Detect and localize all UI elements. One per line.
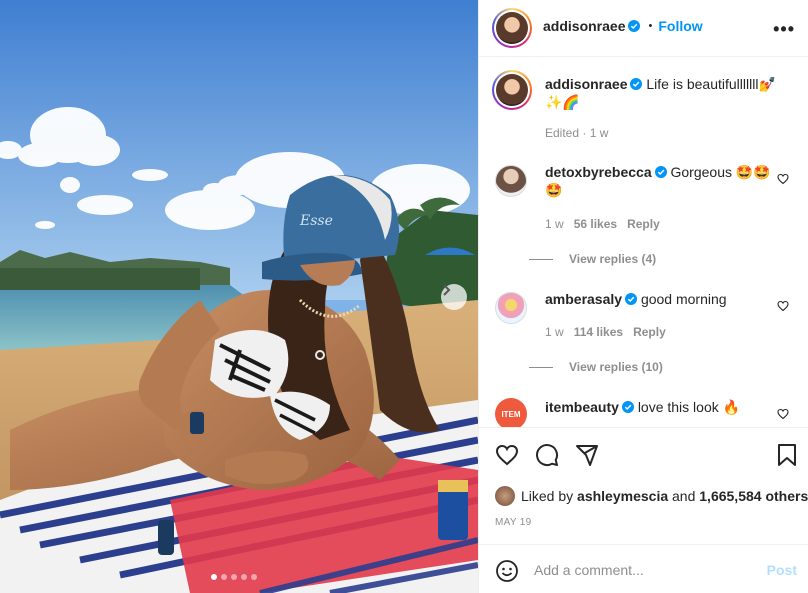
comment-meta: 1 w 56 likes Reply [545,217,660,231]
liked-prefix: Liked by [521,488,574,504]
caption-body: Life is beautifulllllll [646,76,759,92]
heart-icon[interactable] [777,408,789,420]
share-icon[interactable] [575,443,599,467]
comment-age: 1 w [545,217,564,231]
comment-text: detoxbyrebecca Gorgeous 🤩🤩 🤩 [545,163,785,199]
verified-badge-icon [621,401,634,413]
heart-icon[interactable] [777,300,789,312]
verified-badge-icon [625,293,638,305]
caption-emoji: 💅 [758,76,776,92]
caption: addisonraee Life is beautifulllllll💅 ✨🌈 … [492,69,795,149]
emoji-icon[interactable] [495,559,519,583]
author-username[interactable]: addisonraee [543,18,625,34]
carousel-dots [211,574,257,580]
comment-meta: 1 w 114 likes Reply [545,325,666,339]
liked-user[interactable]: ashleymescia [577,488,668,504]
header-user-line: addisonraee • Follow [543,18,703,34]
view-replies-button[interactable]: View replies (10) [529,360,663,374]
verified-badge-icon [628,20,641,32]
header-separator: • [648,20,653,32]
add-comment-bar: Add a comment... Post [479,544,808,593]
chevron-right-icon [443,284,451,296]
more-icon: ••• [773,19,795,39]
post-header: addisonraee • Follow ••• [479,0,808,57]
verified-badge-icon [654,166,667,178]
beach-photo-image: Esse [0,0,478,593]
reply-button[interactable]: Reply [633,325,666,339]
author-avatar[interactable] [492,8,532,48]
post-comment-button[interactable]: Post [767,562,797,578]
comment-likes[interactable]: 56 likes [574,217,617,231]
comment-icon[interactable] [535,443,559,467]
comment-input[interactable]: Add a comment... [534,562,644,578]
comments-list: addisonraee Life is beautifulllllll💅 ✨🌈 … [479,57,808,427]
comment-text: amberasaly good morning [545,290,785,308]
heart-icon[interactable] [777,173,789,185]
comment-item: detoxbyrebecca Gorgeous 🤩🤩 🤩 1 w 56 likes… [495,163,795,273]
comment-avatar[interactable] [495,165,527,197]
comment-body-line2: 🤩 [545,182,563,198]
reply-button[interactable]: Reply [627,217,660,231]
comment-text: itembeauty love this look 🔥 [545,398,785,416]
more-options-button[interactable]: ••• [773,19,795,40]
comment-body: good morning [640,291,727,307]
comment-body: Gorgeous 🤩🤩 [670,164,771,180]
save-icon[interactable] [776,443,798,467]
post-photo[interactable]: Esse [0,0,478,593]
svg-text:Esse: Esse [299,213,333,229]
view-replies-button[interactable]: View replies (4) [529,252,656,266]
post-actions: Liked by ashleymescia and 1,665,584 othe… [479,427,808,544]
carousel-dot [211,574,217,580]
caption-emoji-line: ✨🌈 [545,94,580,110]
verified-badge-icon [630,78,643,90]
caption-text: addisonraee Life is beautifulllllll💅 ✨🌈 [545,75,785,111]
likes-summary: Liked by ashleymescia and 1,665,584 othe… [495,486,808,506]
carousel-dot [241,574,247,580]
carousel-dot [251,574,257,580]
follow-button[interactable]: Follow [658,18,702,34]
carousel-dot [221,574,227,580]
heart-icon[interactable] [495,443,519,467]
caption-edited: Edited · 1 w [545,126,609,140]
comment-item: amberasaly good morning 1 w 114 likes Repl… [495,290,795,400]
comment-age: 1 w [545,325,564,339]
comment-username[interactable]: amberasaly [545,291,622,307]
carousel-dot [231,574,237,580]
caption-username[interactable]: addisonraee [545,76,627,92]
liked-and: and [672,488,696,504]
liked-count[interactable]: 1,665,584 others [699,488,808,504]
comment-likes[interactable]: 114 likes [574,325,623,339]
next-slide-button[interactable] [441,284,467,310]
comment-username[interactable]: itembeauty [545,399,619,415]
comment-item: ITEM itembeauty love this look 🔥 [495,398,795,427]
post-date[interactable]: MAY 19 [495,517,531,528]
liked-by-avatar[interactable] [495,486,515,506]
comment-body: love this look 🔥 [637,399,741,415]
comment-avatar[interactable]: ITEM [495,398,527,427]
caption-avatar[interactable] [492,70,532,110]
comment-avatar[interactable] [495,292,527,324]
post-details-panel: addisonraee • Follow ••• addisonraee Lif… [478,0,808,593]
comment-username[interactable]: detoxbyrebecca [545,164,652,180]
